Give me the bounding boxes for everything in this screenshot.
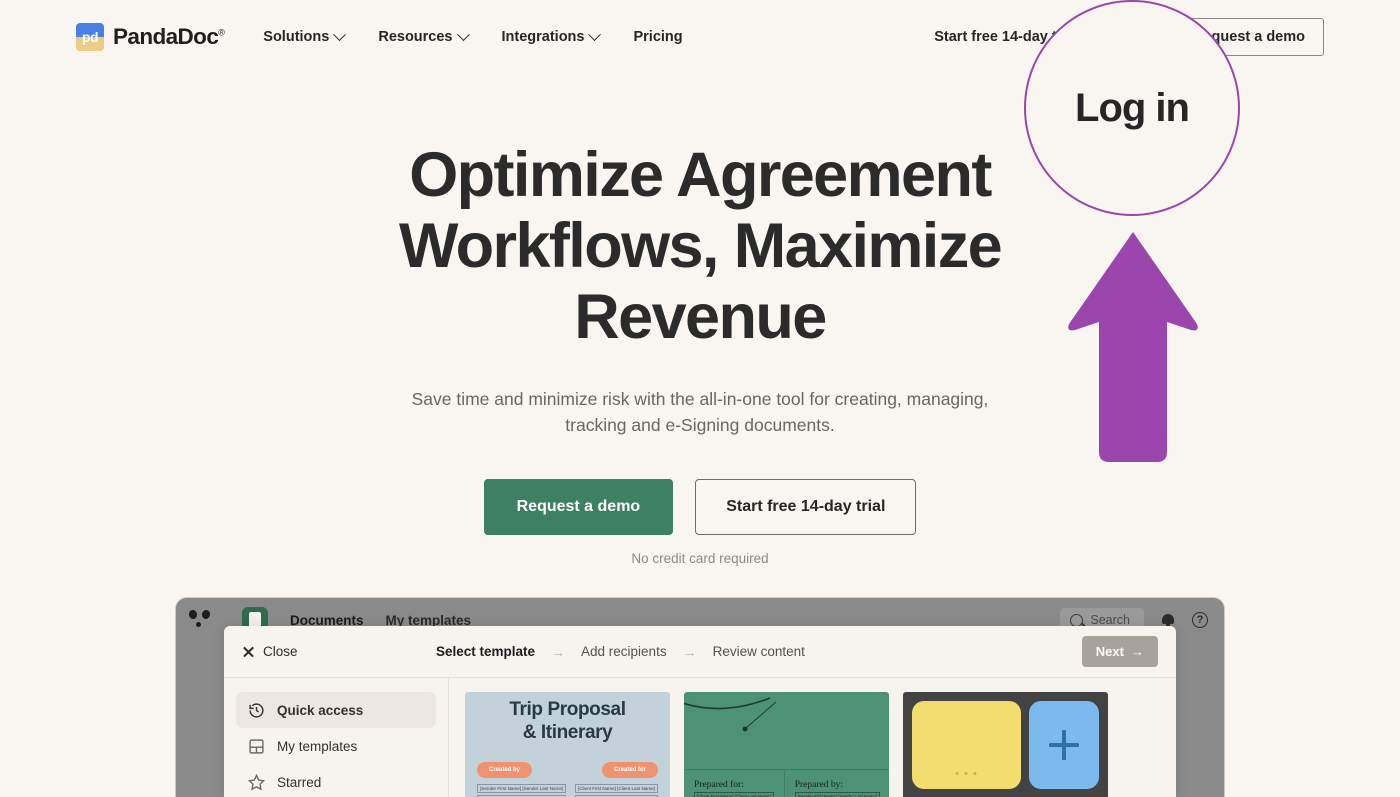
template-fields-right: [Client First Name] [Client Last Name] [… (574, 784, 658, 797)
modal-body: Quick access My templates Starred Trip P… (224, 678, 1176, 797)
no-credit-card-note: No credit card required (631, 551, 769, 566)
panda-eye-right (200, 609, 212, 620)
step-review-content[interactable]: Review content (713, 644, 805, 659)
help-circle-icon[interactable]: ? (1192, 612, 1208, 628)
template-pill-row: Created by Created for (465, 744, 670, 778)
template-field-row: [Sender First Name] [Sender Last Name] [… (465, 778, 670, 797)
sidebar-item-starred-label: Starred (277, 774, 322, 790)
blue-add-tile[interactable] (1028, 701, 1099, 789)
next-button-label: Next (1095, 644, 1124, 659)
template-card-details: Prepared for: [Client First Name] [Clien… (684, 770, 889, 797)
sidebar-item-quick-access-label: Quick access (277, 702, 364, 718)
template-field: [Sender First Name] [Sender Last Name] (794, 792, 881, 797)
arrow-right-icon: → (1130, 644, 1144, 659)
nav-item-resources[interactable]: Resources (361, 27, 484, 45)
wizard-steps: Select template → Add recipients → Revie… (436, 644, 805, 660)
prepared-by-label: Prepared by: (794, 780, 843, 790)
template-gallery: Trip Proposal & Itinerary Created by Cre… (449, 678, 1176, 797)
pandadoc-logo-icon: pd (76, 23, 104, 51)
close-button[interactable]: Close (242, 644, 298, 659)
template-title-line1: Trip Proposal (509, 699, 626, 720)
step-add-recipients[interactable]: Add recipients (581, 644, 667, 659)
arrow-right-icon: → (551, 643, 566, 660)
template-card[interactable]: Prepared by [Sender First Name] [Sender … (903, 692, 1108, 797)
chevron-down-icon (333, 27, 347, 41)
request-demo-button[interactable]: Request a demo (483, 479, 674, 535)
sidebar-item-my-templates[interactable]: My templates (236, 728, 436, 764)
hero-subheadline: Save time and minimize risk with the all… (411, 389, 989, 435)
search-icon (1070, 613, 1084, 627)
search-placeholder: Search (1090, 613, 1130, 627)
nav-item-resources-label: Resources (378, 29, 453, 45)
panda-eye-left (187, 609, 199, 620)
template-field: [Client First Name] [Client Last Name] (574, 784, 658, 793)
magnified-login-label: Log in (1075, 85, 1190, 130)
template-fields-left: [Sender First Name] [Sender Last Name] [… (477, 784, 567, 797)
template-card-artwork (912, 701, 1099, 789)
arrow-right-icon: → (682, 643, 697, 660)
logo-wordmark-text: PandaDoc (113, 24, 219, 49)
sidebar-item-my-templates-label: My templates (277, 738, 358, 754)
template-title-line2: & Itinerary (522, 722, 613, 743)
start-free-trial-button[interactable]: Start free 14-day trial (695, 479, 917, 535)
history-icon (248, 702, 265, 719)
template-card-title: Trip Proposal & Itinerary (465, 692, 670, 744)
next-button[interactable]: Next → (1081, 636, 1158, 667)
select-template-modal: Close Select template → Add recipients →… (224, 626, 1176, 797)
created-by-pill: Created by (477, 762, 533, 778)
modal-toolbar: Close Select template → Add recipients →… (224, 626, 1176, 678)
sidebar-item-quick-access[interactable]: Quick access (236, 692, 436, 728)
nav-item-solutions[interactable]: Solutions (246, 27, 361, 45)
hero-cta-row: Request a demo Start free 14-day trial (0, 479, 1400, 535)
nav-links: Solutions Resources Integrations Pricing (246, 27, 699, 45)
star-icon (247, 773, 266, 791)
template-card[interactable]: Prepared for: [Client First Name] [Clien… (684, 692, 889, 797)
template-card-artwork (684, 692, 889, 770)
pandadoc-logo[interactable]: pd PandaDoc® (76, 23, 225, 51)
magnifier-callout-circle: Log in (1024, 0, 1240, 216)
product-screenshot: Documents My templates Search ? Close Se… (175, 597, 1225, 797)
bell-icon[interactable] (1162, 613, 1174, 627)
logo-monogram: pd (81, 29, 99, 45)
nav-item-pricing-label: Pricing (633, 29, 683, 45)
panda-nose (196, 622, 201, 627)
prepared-for-block: Prepared for: [Client First Name] [Clien… (684, 770, 784, 797)
step-select-template[interactable]: Select template (436, 644, 535, 659)
panda-face-icon (187, 609, 214, 631)
modal-sidebar: Quick access My templates Starred (224, 678, 449, 797)
yellow-tile (912, 701, 1021, 789)
prepared-for-label: Prepared for: (694, 780, 744, 790)
registered-mark: ® (218, 27, 225, 38)
close-icon (242, 645, 255, 658)
page-title: Optimize Agreement Workflows, Maximize R… (398, 140, 1003, 352)
template-field: [Client First Name] [Client Last Name] (694, 792, 774, 797)
nav-item-integrations-label: Integrations (501, 29, 585, 45)
nav-item-solutions-label: Solutions (263, 29, 330, 45)
plus-icon (1048, 730, 1079, 760)
up-arrow-annotation (1063, 228, 1203, 466)
chevron-down-icon (456, 27, 470, 41)
nav-item-pricing[interactable]: Pricing (616, 29, 699, 45)
nav-item-integrations[interactable]: Integrations (485, 27, 617, 45)
template-card[interactable]: Trip Proposal & Itinerary Created by Cre… (465, 692, 670, 797)
created-for-pill: Created for (601, 762, 658, 778)
layout-icon (248, 738, 265, 755)
template-field: [Sender First Name] [Sender Last Name] (477, 784, 567, 793)
chevron-down-icon (588, 27, 602, 41)
prepared-by-block: Prepared by: [Sender First Name] [Sender… (783, 770, 889, 797)
close-button-label: Close (263, 644, 298, 659)
sidebar-item-starred[interactable]: Starred (236, 764, 436, 797)
landing-page: pd PandaDoc® Solutions Resources Integra… (0, 0, 1400, 797)
nav-left-group: pd PandaDoc® Solutions Resources Integra… (76, 23, 700, 51)
dots-icon (955, 772, 977, 775)
logo-wordmark: PandaDoc® (113, 24, 225, 50)
